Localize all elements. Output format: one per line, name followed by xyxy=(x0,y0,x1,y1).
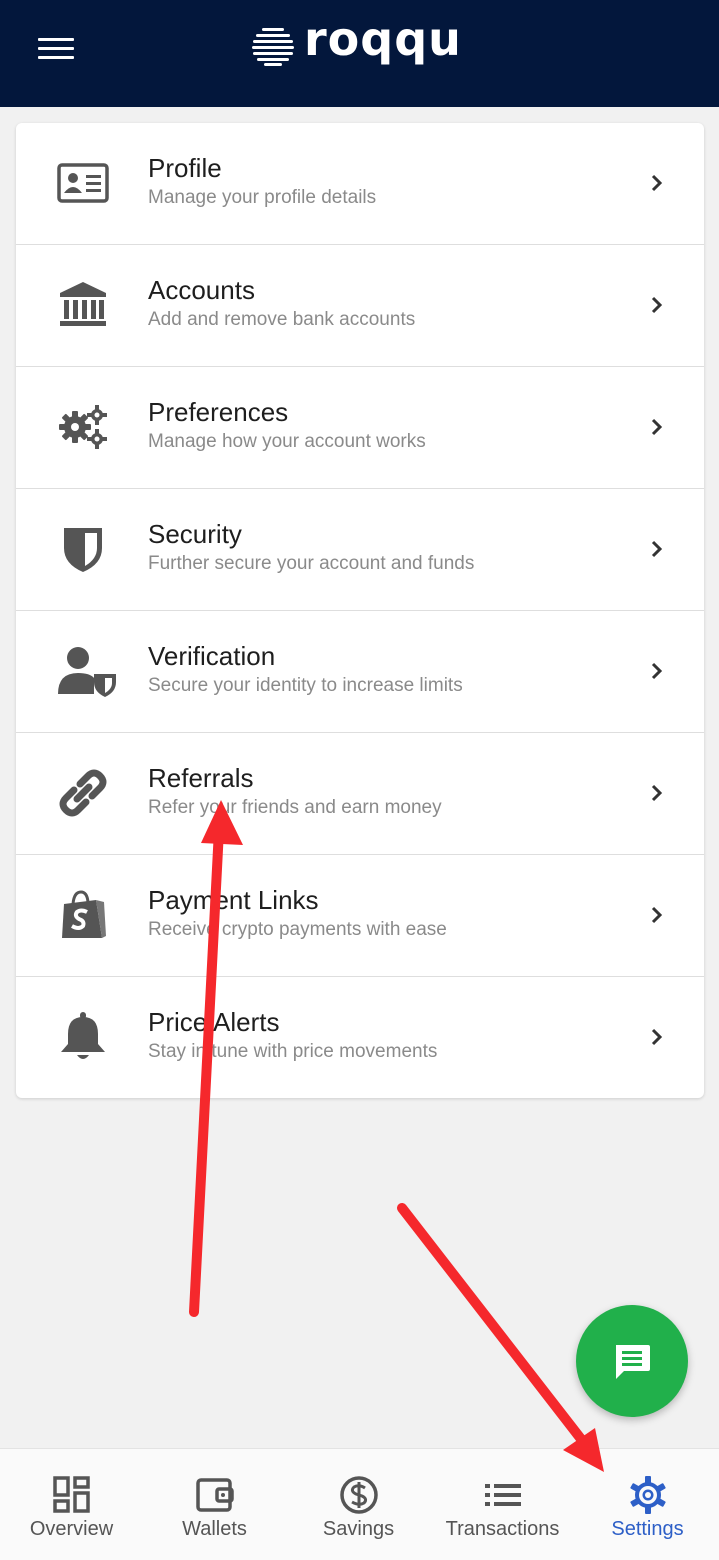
settings-item-title: Security xyxy=(148,519,242,549)
user-shield-icon xyxy=(58,647,116,697)
chevron-right-icon xyxy=(651,784,663,802)
settings-list: Profile Manage your profile details Acco… xyxy=(16,123,704,1098)
settings-item-title: Referrals xyxy=(148,763,254,793)
nav-tab-transactions[interactable]: Transactions xyxy=(431,1449,574,1560)
hamburger-menu-icon[interactable] xyxy=(38,36,74,62)
wallet-icon xyxy=(195,1478,234,1512)
dashboard-icon xyxy=(52,1476,90,1513)
chevron-right-icon xyxy=(651,418,663,436)
nav-tab-label: Wallets xyxy=(182,1518,247,1540)
nav-tab-overview[interactable]: Overview xyxy=(0,1449,143,1560)
chevron-right-icon xyxy=(651,662,663,680)
id-card-icon xyxy=(57,163,109,203)
settings-item-verification[interactable]: Verification Secure your identity to inc… xyxy=(16,611,704,733)
settings-item-subtitle: Receive crypto payments with ease xyxy=(148,919,447,940)
settings-item-subtitle: Manage your profile details xyxy=(148,187,377,208)
nav-tab-label: Settings xyxy=(611,1518,684,1540)
gears-icon xyxy=(59,405,107,449)
nav-tab-label: Overview xyxy=(29,1518,114,1540)
settings-item-subtitle: Refer your friends and earn money xyxy=(148,797,442,818)
settings-item-security[interactable]: Security Further secure your account and… xyxy=(16,489,704,611)
settings-item-referrals[interactable]: Referrals Refer your friends and earn mo… xyxy=(16,733,704,855)
roqqu-logo-icon xyxy=(252,28,294,66)
top-app-bar: roqqu xyxy=(0,0,719,107)
bank-icon xyxy=(60,282,106,326)
settings-item-subtitle: Secure your identity to increase limits xyxy=(148,675,463,696)
dollar-circle-icon xyxy=(339,1476,378,1514)
nav-tab-wallets[interactable]: Wallets xyxy=(143,1449,286,1560)
settings-item-payment-links[interactable]: Payment Links Receive crypto payments wi… xyxy=(16,855,704,977)
settings-item-title: Profile xyxy=(148,153,222,183)
chat-icon xyxy=(616,1345,650,1379)
gear-icon xyxy=(629,1476,666,1514)
chevron-right-icon xyxy=(651,296,663,314)
link-icon xyxy=(59,769,107,817)
bell-icon xyxy=(61,1012,105,1059)
brand-name: roqqu xyxy=(304,12,462,66)
nav-tab-settings[interactable]: Settings xyxy=(576,1449,719,1560)
settings-item-preferences[interactable]: Preferences Manage how your account work… xyxy=(16,367,704,489)
nav-tab-savings[interactable]: Savings xyxy=(287,1449,430,1560)
settings-item-title: Payment Links xyxy=(148,885,319,915)
settings-item-title: Preferences xyxy=(148,397,289,427)
nav-tab-label: Transactions xyxy=(445,1518,560,1540)
settings-item-title: Verification xyxy=(148,641,276,671)
settings-item-subtitle: Further secure your account and funds xyxy=(148,553,475,574)
shield-icon xyxy=(64,528,102,572)
shopping-bag-icon xyxy=(62,890,106,938)
arrow-to-settings-tab xyxy=(397,1203,604,1472)
list-icon xyxy=(484,1484,521,1506)
settings-item-subtitle: Add and remove bank accounts xyxy=(148,309,416,330)
chat-button[interactable] xyxy=(576,1305,688,1417)
settings-item-subtitle: Manage how your account works xyxy=(148,431,426,452)
chevron-right-icon xyxy=(651,1028,663,1046)
bottom-navigation: Overview Wallets Savings Transactions Se… xyxy=(0,1448,719,1560)
settings-item-title: Accounts xyxy=(148,275,255,305)
settings-item-profile[interactable]: Profile Manage your profile details xyxy=(16,123,704,245)
chevron-right-icon xyxy=(651,906,663,924)
settings-item-price-alerts[interactable]: Price Alerts Stay in tune with price mov… xyxy=(16,977,704,1099)
nav-tab-label: Savings xyxy=(322,1518,395,1540)
settings-item-accounts[interactable]: Accounts Add and remove bank accounts xyxy=(16,245,704,367)
chevron-right-icon xyxy=(651,174,663,192)
chevron-right-icon xyxy=(651,540,663,558)
settings-item-subtitle: Stay in tune with price movements xyxy=(148,1041,438,1062)
settings-item-title: Price Alerts xyxy=(148,1007,280,1037)
